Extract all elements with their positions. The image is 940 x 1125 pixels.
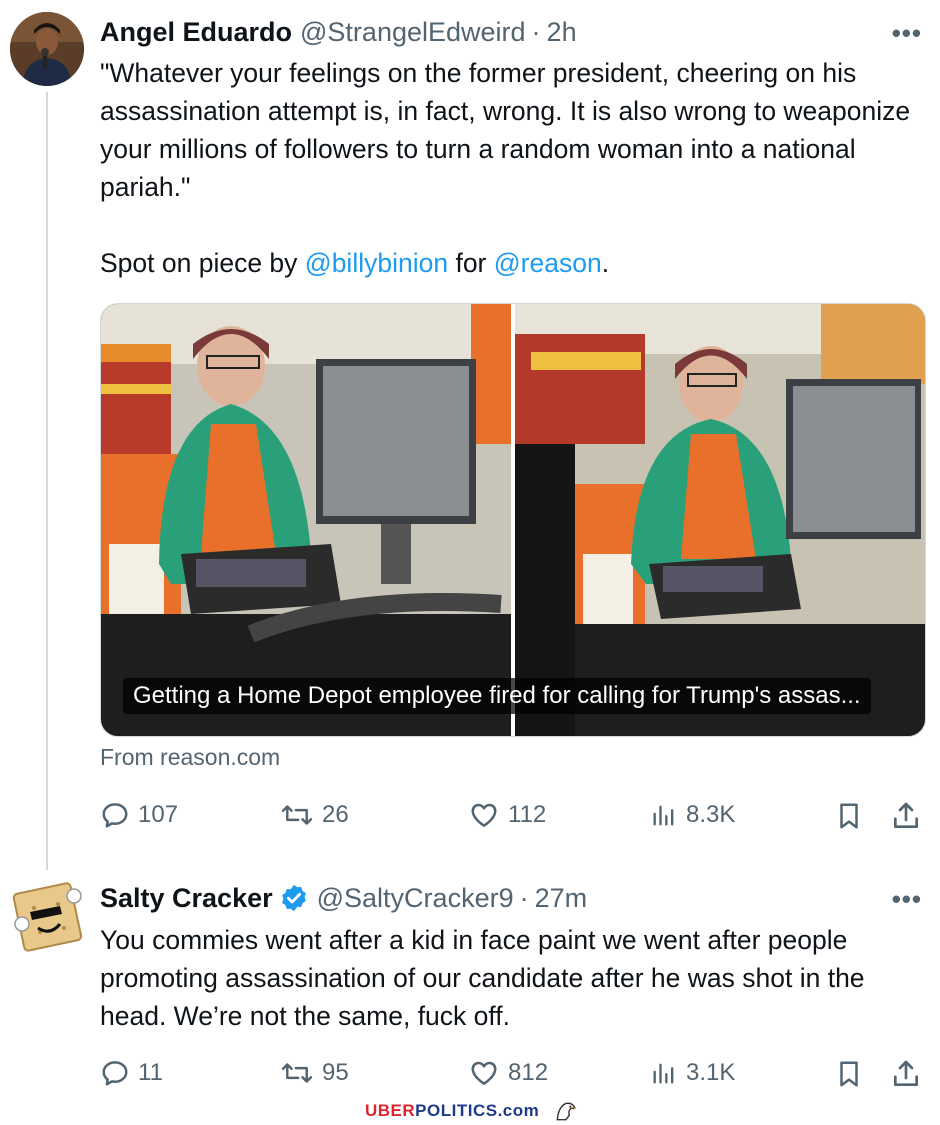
author-handle[interactable]: @SaltyCracker9 xyxy=(317,881,514,915)
credit-suffix: . xyxy=(601,248,610,278)
views-button[interactable]: 3.1K xyxy=(650,1058,735,1088)
reply-button[interactable]: 11 xyxy=(100,1058,163,1088)
news-photo xyxy=(101,304,925,736)
views-button[interactable]: 8.3K xyxy=(650,800,735,830)
bookmark-icon xyxy=(840,803,858,829)
views-icon xyxy=(653,1063,674,1084)
mention-link[interactable]: @reason xyxy=(494,248,602,278)
views-count: 8.3K xyxy=(686,801,736,828)
author-handle[interactable]: @StrangelEdweird xyxy=(300,15,526,49)
media-caption: Getting a Home Depot employee fired for … xyxy=(123,678,871,714)
tweet-text: "Whatever your feelings on the former pr… xyxy=(100,54,920,282)
timestamp[interactable]: 27m xyxy=(535,881,588,915)
retweet-count: 95 xyxy=(322,1059,349,1086)
views-icon xyxy=(653,805,674,826)
credit-prefix: Spot on piece by xyxy=(100,248,298,278)
reply-button[interactable]: 107 xyxy=(100,800,178,830)
reply-icon xyxy=(102,1061,128,1086)
bookmark-button[interactable] xyxy=(834,800,872,832)
tweet-header: Angel Eduardo @StrangelEdweird · 2h xyxy=(100,15,577,49)
like-count: 812 xyxy=(508,1059,549,1086)
views-count: 3.1K xyxy=(686,1059,736,1086)
retweet-button[interactable]: 26 xyxy=(280,800,349,830)
share-button[interactable] xyxy=(890,800,930,832)
mention-link[interactable]: @billybinion xyxy=(305,248,448,278)
tweet-line-credits: Spot on piece by @billybinion for @reaso… xyxy=(100,244,920,282)
more-options-icon[interactable]: ••• xyxy=(892,18,922,49)
tweet-actions: 107 26 112 8.3K xyxy=(100,800,924,840)
reply-icon xyxy=(102,803,128,828)
thread-connector-line xyxy=(46,92,48,870)
author-name[interactable]: Angel Eduardo xyxy=(100,15,292,49)
like-button[interactable]: 112 xyxy=(468,800,546,830)
avatar[interactable] xyxy=(10,878,84,952)
watermark-uber: UBER xyxy=(365,1101,416,1120)
author-name[interactable]: Salty Cracker xyxy=(100,881,273,915)
tweet-quote: "Whatever your feelings on the former pr… xyxy=(100,58,911,202)
retweet-button[interactable]: 95 xyxy=(280,1058,349,1088)
more-options-icon[interactable]: ••• xyxy=(892,884,922,915)
avatar[interactable] xyxy=(10,12,84,86)
site-watermark: UBER POLITICS.com xyxy=(365,1098,579,1124)
tweet-header: Salty Cracker @SaltyCracker9 · 27m xyxy=(100,881,587,915)
bookmark-icon xyxy=(840,1061,858,1087)
link-card-image[interactable]: Getting a Home Depot employee fired for … xyxy=(100,303,926,737)
verified-badge-icon xyxy=(281,884,306,912)
like-count: 112 xyxy=(508,801,547,828)
retweet-count: 26 xyxy=(322,801,349,828)
retweet-icon xyxy=(281,1063,313,1083)
link-source[interactable]: From reason.com xyxy=(100,744,280,771)
timestamp[interactable]: 2h xyxy=(547,15,577,49)
tweet-actions: 11 95 812 3.1K xyxy=(100,1058,924,1098)
separator-dot: · xyxy=(531,17,541,47)
credit-mid: for xyxy=(455,248,487,278)
bookmark-button[interactable] xyxy=(834,1058,872,1090)
heart-icon xyxy=(471,1061,497,1085)
share-icon xyxy=(894,1060,918,1086)
watermark-politics: POLITICS.com xyxy=(415,1101,540,1120)
reply-count: 11 xyxy=(138,1059,163,1086)
share-icon xyxy=(894,802,918,828)
eagle-icon xyxy=(556,1102,578,1121)
retweet-icon xyxy=(281,805,313,825)
reply-count: 107 xyxy=(138,801,179,828)
tweet-text: You commies went after a kid in face pai… xyxy=(100,925,865,1031)
separator-dot: · xyxy=(519,883,529,913)
like-button[interactable]: 812 xyxy=(468,1058,548,1088)
share-button[interactable] xyxy=(890,1058,930,1090)
heart-icon xyxy=(471,803,497,827)
